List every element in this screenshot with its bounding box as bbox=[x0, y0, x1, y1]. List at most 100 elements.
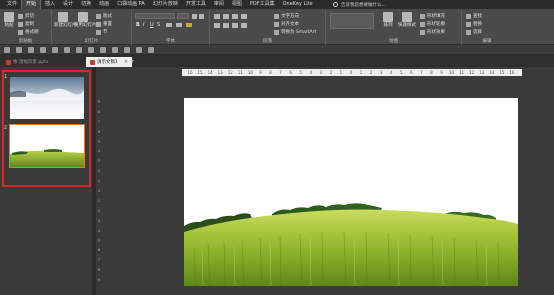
grow-font-icon[interactable] bbox=[192, 14, 197, 19]
shapes-gallery[interactable] bbox=[330, 13, 374, 29]
font-name-select[interactable] bbox=[135, 13, 175, 19]
format-painter-button[interactable]: 格式刷 bbox=[18, 29, 39, 35]
menu-item[interactable]: 动画 bbox=[95, 0, 113, 9]
chart-icon[interactable] bbox=[136, 47, 142, 53]
shape-outline-button[interactable]: 形状轮廓 bbox=[420, 21, 445, 27]
ruler-tick-label: 10 bbox=[449, 70, 455, 75]
cut-label: 剪切 bbox=[25, 14, 34, 19]
char-spacing-icon[interactable] bbox=[176, 23, 182, 27]
ruler-tick-label: 6 bbox=[97, 248, 101, 253]
layout-button[interactable]: 版式 bbox=[96, 13, 112, 19]
menu-item[interactable]: PDF工具集 bbox=[246, 0, 279, 9]
menu-item[interactable]: 幻灯片放映 bbox=[149, 0, 182, 9]
paragraph-group: 文字方向 对齐文本 转换为 SmartArt 段落 bbox=[210, 10, 326, 45]
ruler-tick-label: 15 bbox=[197, 70, 203, 75]
ruler-tick-label: 7 bbox=[97, 258, 101, 263]
arrange-button[interactable]: 排列 bbox=[380, 12, 396, 28]
tell-me-box[interactable]: 告诉我您想要做什么... bbox=[333, 1, 386, 8]
increase-indent-icon[interactable] bbox=[241, 14, 247, 19]
shape-effects-button[interactable]: 形状效果 bbox=[420, 29, 445, 35]
menu-item[interactable]: 插入 bbox=[41, 0, 59, 9]
ruler-tick-label: 9 bbox=[440, 70, 443, 75]
ruler-tick-label: 5 bbox=[299, 70, 302, 75]
menu-item[interactable]: 视图 bbox=[228, 0, 246, 9]
undo-icon[interactable] bbox=[16, 47, 22, 53]
menu-item[interactable]: 口袋动画 PA bbox=[113, 0, 149, 9]
shadow-button[interactable]: S bbox=[157, 22, 160, 28]
shrink-font-icon[interactable] bbox=[199, 14, 204, 19]
tab-file-1[interactable]: 桥 湿地风景.pptx bbox=[2, 57, 53, 67]
align-text-icon bbox=[274, 21, 279, 27]
print-icon[interactable] bbox=[52, 47, 58, 53]
cut-button[interactable]: 剪切 bbox=[18, 13, 34, 19]
ruler-tick-label: 7 bbox=[279, 70, 282, 75]
paste-icon bbox=[4, 12, 14, 22]
ruler-tick-label: 7 bbox=[97, 119, 101, 124]
picture-icon[interactable] bbox=[88, 47, 94, 53]
select-button[interactable]: 选择 bbox=[466, 29, 482, 35]
shape-icon[interactable] bbox=[100, 47, 106, 53]
current-slide[interactable] bbox=[184, 98, 518, 286]
thumbnail-selection-highlight bbox=[2, 70, 91, 187]
menu-item[interactable]: 文件 bbox=[3, 0, 21, 9]
select-label: 选择 bbox=[473, 30, 482, 35]
shape-outline-label: 形状轮廓 bbox=[427, 22, 445, 27]
new-slide-button[interactable]: 新建幻灯片 bbox=[54, 12, 77, 28]
smartart-button[interactable]: 转换为 SmartArt bbox=[274, 29, 316, 35]
decrease-indent-icon[interactable] bbox=[232, 14, 238, 19]
close-tab-icon[interactable]: × bbox=[124, 59, 128, 65]
bold-button[interactable]: B bbox=[136, 22, 140, 28]
menu-item[interactable]: 开始 bbox=[21, 0, 42, 9]
ribbon: 粘贴 剪切 复制 格式刷 剪贴板 新建幻灯片 重用幻灯片 版式 重置 节 幻灯片 bbox=[0, 9, 554, 45]
tab-file-2[interactable]: 演示文稿1 × bbox=[86, 57, 133, 67]
table-icon[interactable] bbox=[124, 47, 130, 53]
find-button[interactable]: 查找 bbox=[466, 13, 482, 19]
new-file-icon[interactable] bbox=[76, 47, 82, 53]
menu-item[interactable]: OneKey Lite bbox=[279, 0, 317, 9]
align-left-icon[interactable] bbox=[214, 23, 220, 28]
menu-item[interactable]: 切换 bbox=[77, 0, 95, 9]
paste-button[interactable]: 粘贴 bbox=[2, 12, 16, 28]
reset-button[interactable]: 重置 bbox=[96, 21, 112, 27]
format-painter-label: 格式刷 bbox=[25, 30, 39, 35]
text-direction-button[interactable]: 文字方向 bbox=[274, 13, 299, 19]
align-center-icon[interactable] bbox=[223, 23, 229, 28]
copy-icon bbox=[18, 21, 23, 27]
replace-button[interactable]: 替换 bbox=[466, 21, 482, 27]
reuse-slide-button[interactable]: 重用幻灯片 bbox=[74, 12, 97, 28]
font-color-icon[interactable] bbox=[186, 23, 192, 27]
menu-item[interactable]: 设计 bbox=[59, 0, 77, 9]
redo-icon[interactable] bbox=[28, 47, 34, 53]
start-slideshow-icon[interactable] bbox=[40, 47, 46, 53]
strikethrough-icon[interactable] bbox=[166, 23, 172, 27]
ruler-tick-label: 1 bbox=[339, 70, 343, 75]
save-icon[interactable] bbox=[4, 47, 10, 53]
fill-bucket-icon bbox=[420, 13, 425, 19]
menu-item[interactable]: 开发工具 bbox=[182, 0, 210, 9]
landscape-image bbox=[184, 98, 518, 286]
font-size-select[interactable] bbox=[177, 13, 189, 19]
quick-styles-button[interactable]: 快速样式 bbox=[398, 12, 416, 28]
paragraph-group-label: 段落 bbox=[263, 39, 272, 44]
section-button[interactable]: 节 bbox=[96, 29, 108, 35]
shape-fill-button[interactable]: 形状填充 bbox=[420, 13, 445, 19]
copy-button[interactable]: 复制 bbox=[18, 21, 34, 27]
underline-button[interactable]: U bbox=[150, 22, 154, 28]
new-tab-icon[interactable]: + bbox=[130, 58, 135, 66]
bullets-icon[interactable] bbox=[214, 14, 220, 19]
ruler-tick-label: 2 bbox=[369, 70, 373, 75]
numbering-icon[interactable] bbox=[223, 14, 229, 19]
justify-icon[interactable] bbox=[241, 23, 247, 28]
align-text-button[interactable]: 对齐文本 bbox=[274, 21, 299, 27]
new-slide-label: 新建幻灯片 bbox=[54, 23, 77, 28]
textbox-icon[interactable] bbox=[112, 47, 118, 53]
clipboard-group-label: 剪贴板 bbox=[18, 39, 33, 44]
open-icon[interactable] bbox=[64, 47, 70, 53]
align-right-icon[interactable] bbox=[232, 23, 238, 28]
menu-item[interactable]: 审阅 bbox=[210, 0, 228, 9]
tell-me-text: 告诉我您想要做什么... bbox=[341, 2, 386, 8]
ruler-tick-label: 0 bbox=[97, 189, 101, 194]
customize-toolbar-icon[interactable] bbox=[148, 47, 154, 53]
italic-button[interactable]: I bbox=[143, 22, 144, 28]
magnifier-icon bbox=[466, 13, 471, 19]
